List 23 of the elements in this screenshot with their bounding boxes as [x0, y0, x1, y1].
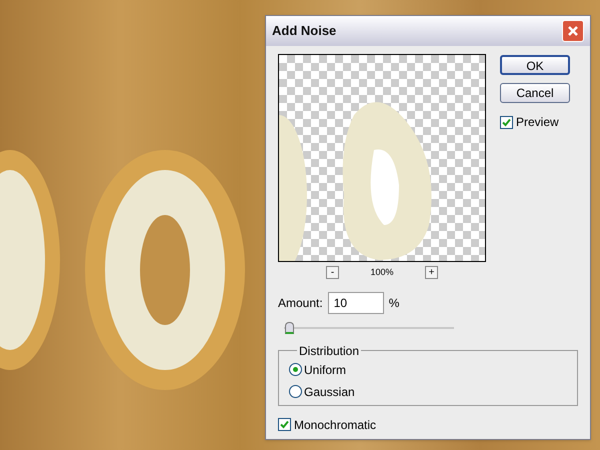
slider-thumb[interactable] [285, 322, 294, 334]
checkbox[interactable] [500, 116, 513, 128]
preview-label: Preview [516, 114, 559, 131]
cancel-button[interactable]: Cancel [500, 83, 570, 103]
close-button[interactable] [562, 20, 584, 42]
monochromatic-label: Monochromatic [294, 416, 376, 434]
zoom-level: 100% [369, 266, 395, 279]
radio-label: Gaussian [304, 384, 355, 400]
ok-button[interactable]: OK [500, 55, 570, 75]
amount-field[interactable]: 10 [328, 292, 384, 314]
window-title: Add Noise [272, 22, 336, 40]
amount-slider[interactable] [284, 322, 454, 334]
radio-label: Uniform [304, 362, 346, 378]
radio-button[interactable] [289, 363, 302, 376]
close-icon [567, 25, 579, 37]
zoom-in-button[interactable]: + [425, 266, 438, 280]
amount-label: Amount: [278, 294, 323, 312]
zoom-out-button[interactable]: - [326, 266, 339, 280]
checkbox[interactable] [278, 418, 291, 431]
percent-label: % [388, 294, 400, 312]
radio-button[interactable] [289, 385, 302, 398]
checkmark-icon [502, 118, 511, 126]
checkmark-icon [280, 420, 289, 429]
